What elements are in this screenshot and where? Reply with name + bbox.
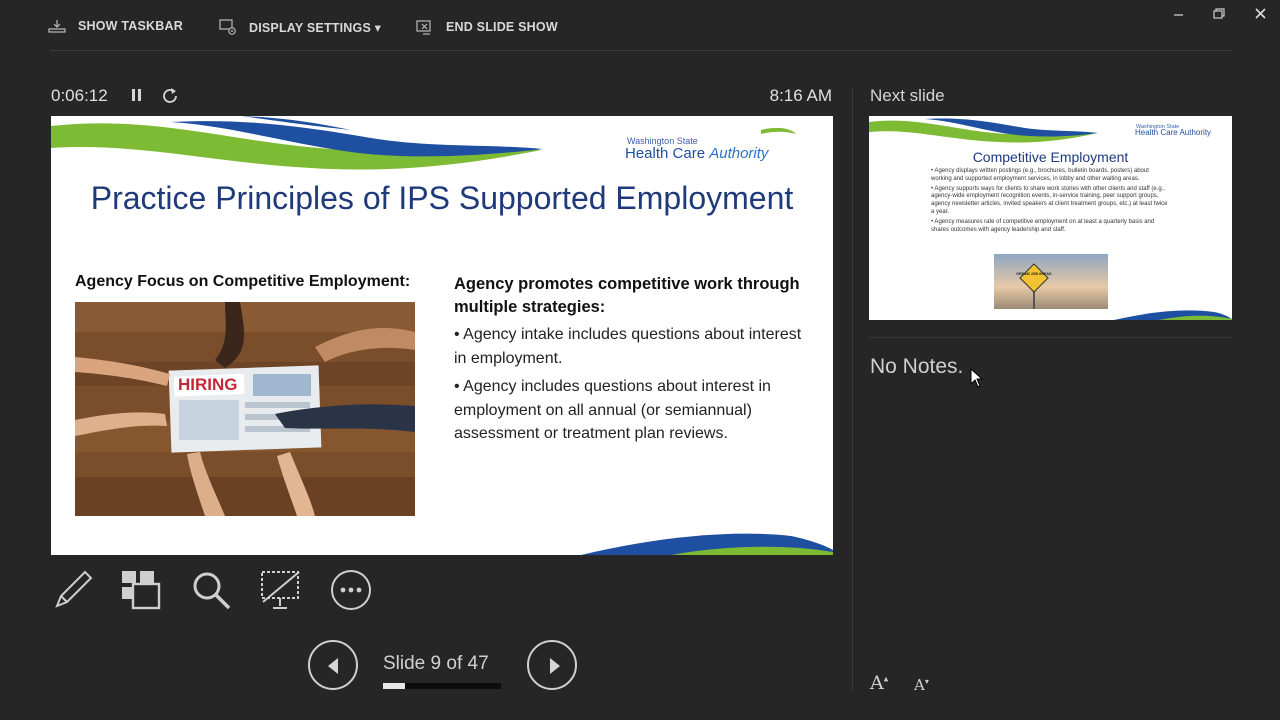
increase-font-arrow-icon: ▴: [883, 674, 889, 685]
hiring-sign-text: HIRING: [178, 375, 238, 394]
decrease-font-label: A: [914, 676, 925, 694]
decrease-font-arrow-icon: ▾: [924, 677, 929, 686]
previous-icon: [328, 658, 338, 674]
current-slide[interactable]: Washington State Health Care Authority P…: [51, 116, 833, 555]
slide-title: Practice Principles of IPS Supported Emp…: [90, 180, 794, 216]
speaker-notes: No Notes.: [870, 355, 964, 378]
black-screen-icon[interactable]: [259, 568, 303, 612]
close-icon[interactable]: [1252, 6, 1270, 22]
display-settings-button[interactable]: DISPLAY SETTINGS ▾: [219, 18, 381, 36]
slide-logo-text-b: Authority: [709, 145, 769, 162]
pen-tool-icon[interactable]: [51, 568, 95, 612]
slide-right-heading: Agency promotes competitive work through…: [454, 275, 800, 316]
slide-counter[interactable]: Slide 9 of 47: [383, 653, 489, 675]
thumb-bullet-3: • Agency measures rate of competitive em…: [931, 218, 1155, 233]
taskbar-icon: [48, 20, 66, 33]
increase-font-label: A: [870, 672, 884, 694]
thumb-bullet-2: • Agency supports ways for clients to sh…: [931, 185, 1168, 215]
thumb-logo: Health Care Authority: [1135, 128, 1212, 137]
display-settings-icon: [219, 19, 236, 35]
decrease-font-button[interactable]: A▾: [914, 676, 929, 694]
hiring-photo: HIRING: [75, 302, 415, 516]
more-options-icon[interactable]: [329, 568, 373, 612]
slide-progress-fill: [383, 683, 406, 689]
next-slide-button[interactable]: [527, 640, 577, 690]
notes-divider: [869, 337, 1232, 338]
previous-slide-button[interactable]: [308, 640, 358, 690]
mouse-cursor-icon: [970, 368, 984, 388]
end-show-icon: [416, 20, 431, 35]
end-slide-show-button[interactable]: END SLIDE SHOW: [416, 18, 558, 36]
zoom-icon[interactable]: [189, 568, 233, 612]
show-taskbar-label: SHOW TASKBAR: [78, 19, 183, 33]
next-slide-label: Next slide: [870, 86, 945, 105]
elapsed-timer: 0:06:12: [51, 86, 108, 105]
toolbar-divider: [50, 50, 1232, 51]
slide-progress-bar: [383, 683, 501, 689]
current-time: 8:16 AM: [769, 86, 832, 105]
slide-logo: Health Care Authority: [625, 145, 768, 162]
slide-bullet-2: • Agency includes questions about intere…: [454, 378, 771, 442]
increase-font-button[interactable]: A▴: [870, 672, 888, 694]
slide-left-heading: Agency Focus on Competitive Employment:: [75, 273, 411, 290]
slide-logo-text-a: Health Care: [625, 145, 710, 162]
slide-bullet-1: • Agency intake includes questions about…: [454, 326, 802, 367]
display-settings-label: DISPLAY SETTINGS ▾: [249, 20, 382, 35]
restore-icon[interactable]: [1210, 6, 1228, 22]
end-slide-show-label: END SLIDE SHOW: [446, 20, 558, 34]
next-slide-preview[interactable]: Washington State Health Care Authority C…: [869, 116, 1232, 320]
show-taskbar-button[interactable]: SHOW TASKBAR: [48, 18, 183, 34]
dream-job-sign-image: DREAM JOB AHEAD: [994, 254, 1108, 309]
thumb-title: Competitive Employment: [972, 149, 1129, 165]
slide-right-column: Agency promotes competitive work through…: [454, 273, 804, 446]
thumb-bullet-1: • Agency displays written postings (e.g.…: [931, 168, 1149, 182]
presenter-toolbar: SHOW TASKBAR DISPLAY SETTINGS ▾ END SLID…: [0, 0, 1280, 52]
restart-timer-icon[interactable]: [161, 86, 179, 104]
thumb-body: • Agency displays written postings (e.g.…: [931, 168, 1171, 236]
panel-divider: [852, 88, 853, 690]
minimize-icon[interactable]: [1170, 6, 1188, 22]
sign-text: DREAM JOB AHEAD: [1016, 272, 1052, 276]
pause-timer-icon[interactable]: [130, 87, 144, 103]
see-all-slides-icon[interactable]: [119, 568, 163, 612]
next-icon: [550, 658, 560, 674]
